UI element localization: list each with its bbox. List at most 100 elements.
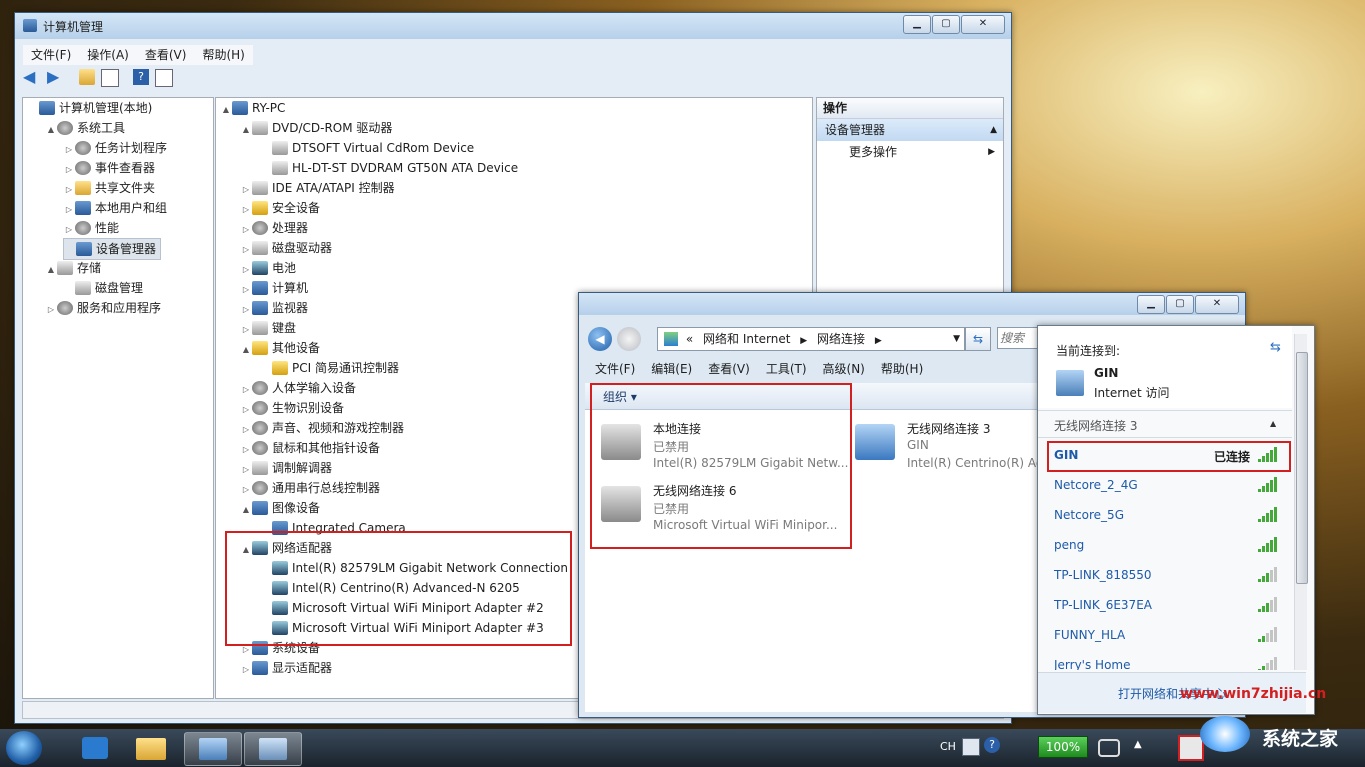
- expand-arrow-icon[interactable]: ▷: [240, 320, 252, 340]
- input-method-icon[interactable]: [962, 738, 980, 756]
- expand-arrow-icon[interactable]: ▷: [240, 260, 252, 280]
- nc-back-button[interactable]: ◀: [588, 327, 612, 351]
- back-arrow-icon[interactable]: ◀: [23, 69, 41, 85]
- expand-arrow-icon[interactable]: ▷: [240, 280, 252, 300]
- tree-item[interactable]: ▷ 事件查看器: [63, 158, 155, 178]
- tree-item[interactable]: ▷ 显示适配器: [240, 658, 332, 678]
- show-hidden-icons-icon[interactable]: ▲: [1134, 739, 1142, 750]
- wifi-network-item[interactable]: TP-LINK_818550: [1038, 562, 1292, 590]
- taskbar-app-maxthon[interactable]: [68, 732, 124, 764]
- console-tree[interactable]: 计算机管理(本地) ▲ 系统工具 ▷ 任务计划程序 ▷ 事件查看器 ▷ 共享文件夹 ▷ 本地用户和组…: [22, 97, 214, 699]
- tree-item[interactable]: HL-DT-ST DVDRAM GT50N ATA Device: [260, 158, 518, 178]
- power-plug-icon[interactable]: [1098, 739, 1120, 757]
- tree-item[interactable]: ▷ 生物识别设备: [240, 398, 344, 418]
- nc-maximize-button[interactable]: ▢: [1166, 295, 1194, 314]
- tree-item[interactable]: ▷ 本地用户和组: [63, 198, 167, 218]
- tree-item[interactable]: 磁盘管理: [63, 278, 143, 298]
- expand-arrow-icon[interactable]: ▷: [240, 440, 252, 460]
- nc-address-bar[interactable]: « 网络和 Internet ▶ 网络连接 ▶ ▼: [657, 327, 965, 351]
- expand-arrow-icon[interactable]: ▲: [240, 500, 252, 520]
- expand-arrow-icon[interactable]: ▷: [240, 480, 252, 500]
- menu-item[interactable]: 工具(T): [758, 359, 815, 379]
- tree-item[interactable]: ▷ 调制解调器: [240, 458, 332, 478]
- tree-item[interactable]: PCI 简易通讯控制器: [260, 358, 399, 378]
- tree-item[interactable]: ▲ 其他设备: [240, 338, 320, 358]
- tree-item[interactable]: ▷ 服务和应用程序: [45, 298, 161, 318]
- tree-item[interactable]: ▷ IDE ATA/ATAPI 控制器: [240, 178, 395, 198]
- menu-item[interactable]: 文件(F): [23, 45, 79, 65]
- expand-arrow-icon[interactable]: ▷: [240, 220, 252, 240]
- expand-arrow-icon[interactable]: ▷: [240, 200, 252, 220]
- expand-arrow-icon[interactable]: ▷: [63, 180, 75, 200]
- language-indicator[interactable]: CH: [940, 740, 956, 753]
- menu-item[interactable]: 高级(N): [815, 359, 873, 379]
- cm-titlebar[interactable]: 计算机管理 ▁ ▢ ✕: [15, 13, 1011, 39]
- tree-item[interactable]: ▲ DVD/CD-ROM 驱动器: [240, 118, 392, 138]
- expand-arrow-icon[interactable]: ▷: [63, 160, 75, 180]
- help-icon[interactable]: ?: [133, 69, 149, 85]
- properties-icon[interactable]: [155, 69, 173, 87]
- nc-forward-button[interactable]: [617, 327, 641, 351]
- expand-arrow-icon[interactable]: ▷: [63, 220, 75, 240]
- flyout-scrollbar[interactable]: [1294, 334, 1308, 670]
- more-actions-item[interactable]: 更多操作 ▶: [817, 141, 1003, 163]
- expand-arrow-icon[interactable]: ▷: [240, 660, 252, 680]
- forward-arrow-icon[interactable]: ▶: [47, 69, 65, 85]
- expand-arrow-icon[interactable]: ▷: [240, 380, 252, 400]
- close-button[interactable]: ✕: [961, 15, 1005, 34]
- wifi-network-item[interactable]: Jerry's Home: [1038, 652, 1292, 670]
- menu-item[interactable]: 文件(F): [587, 359, 643, 379]
- expand-arrow-icon[interactable]: ▲: [45, 260, 57, 280]
- expand-arrow-icon[interactable]: ▷: [240, 240, 252, 260]
- expand-arrow-icon[interactable]: ▲: [45, 120, 57, 140]
- breadcrumb-network-internet[interactable]: 网络和 Internet: [703, 332, 790, 346]
- scrollbar-thumb[interactable]: [1296, 352, 1308, 584]
- tree-item[interactable]: ▷ 声音、视频和游戏控制器: [240, 418, 404, 438]
- expand-arrow-icon[interactable]: ▷: [240, 180, 252, 200]
- nc-titlebar[interactable]: ▁ ▢ ✕: [579, 293, 1245, 315]
- tree-item[interactable]: 设备管理器: [63, 238, 162, 260]
- menu-item[interactable]: 帮助(H): [873, 359, 931, 379]
- wireless-section-header[interactable]: 无线网络连接 3 ▲: [1038, 410, 1292, 438]
- wifi-network-item[interactable]: peng: [1038, 532, 1292, 560]
- breadcrumb-network-connections[interactable]: 网络连接: [817, 332, 865, 346]
- tree-item[interactable]: ▷ 鼠标和其他指针设备: [240, 438, 380, 458]
- tree-item[interactable]: ▷ 性能: [63, 218, 119, 238]
- expand-arrow-icon[interactable]: ▷: [240, 460, 252, 480]
- menu-item[interactable]: 查看(V): [137, 45, 195, 65]
- help-circle-icon[interactable]: ?: [984, 737, 1000, 753]
- tree-item[interactable]: ▷ 监视器: [240, 298, 308, 318]
- address-dropdown-icon[interactable]: ▼: [953, 328, 960, 350]
- show-hide-tree-icon[interactable]: [101, 69, 119, 87]
- expand-arrow-icon[interactable]: ▷: [45, 300, 57, 320]
- menu-item[interactable]: 帮助(H): [194, 45, 252, 65]
- expand-arrow-icon[interactable]: ▲: [220, 100, 232, 120]
- tree-item[interactable]: ▲ RY-PC: [220, 98, 285, 118]
- tree-item[interactable]: ▷ 电池: [240, 258, 296, 278]
- tree-item[interactable]: ▷ 磁盘驱动器: [240, 238, 332, 258]
- menu-item[interactable]: 编辑(E): [643, 359, 700, 379]
- battery-meter[interactable]: 100%: [1038, 736, 1088, 758]
- wifi-network-item[interactable]: Netcore_5G: [1038, 502, 1292, 530]
- tree-item[interactable]: ▷ 计算机: [240, 278, 308, 298]
- tree-item[interactable]: ▲ 图像设备: [240, 498, 320, 518]
- taskbar-app-network-connections[interactable]: [244, 732, 302, 766]
- start-button[interactable]: [6, 731, 42, 765]
- refresh-networks-icon[interactable]: ⇆: [1270, 340, 1281, 355]
- refresh-button[interactable]: ⇆: [965, 327, 991, 351]
- expand-arrow-icon[interactable]: ▲: [240, 340, 252, 360]
- menu-item[interactable]: 操作(A): [79, 45, 137, 65]
- wifi-network-item[interactable]: Netcore_2_4G: [1038, 472, 1292, 500]
- tree-item[interactable]: 计算机管理(本地): [27, 98, 152, 118]
- expand-arrow-icon[interactable]: ▷: [63, 140, 75, 160]
- expand-arrow-icon[interactable]: ▷: [240, 420, 252, 440]
- minimize-button[interactable]: ▁: [903, 15, 931, 34]
- tree-item[interactable]: ▷ 人体学输入设备: [240, 378, 356, 398]
- tree-item[interactable]: ▲ 存储: [45, 258, 101, 278]
- expand-arrow-icon[interactable]: ▷: [240, 300, 252, 320]
- tree-item[interactable]: ▲ 系统工具: [45, 118, 125, 138]
- breadcrumb-overflow[interactable]: «: [686, 332, 693, 346]
- wifi-network-item[interactable]: FUNNY_HLA: [1038, 622, 1292, 650]
- actions-section-device-manager[interactable]: 设备管理器 ▲: [817, 119, 1003, 141]
- tree-item[interactable]: ▷ 键盘: [240, 318, 296, 338]
